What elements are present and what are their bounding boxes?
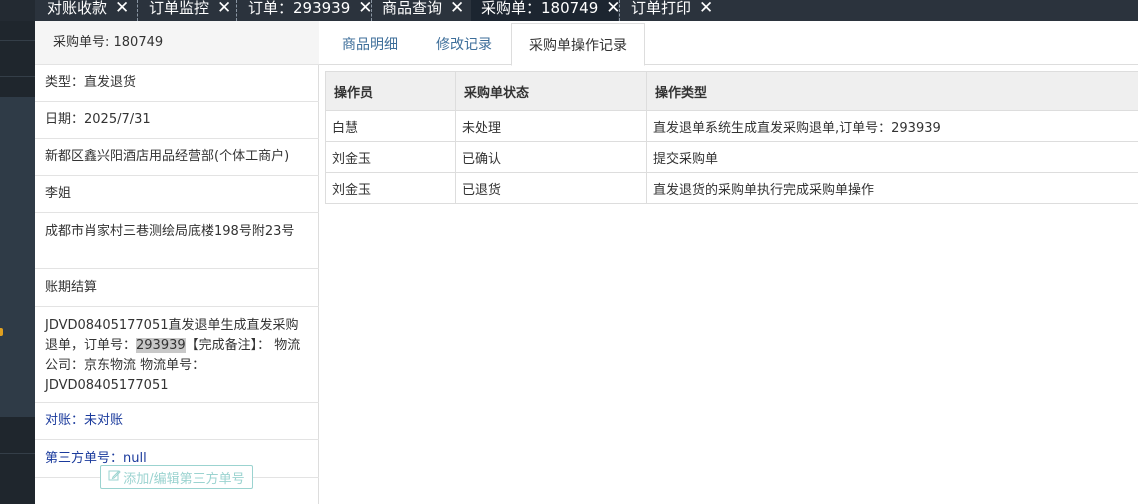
tab-divider bbox=[236, 0, 237, 21]
side-nav bbox=[0, 21, 35, 504]
table-row: 白慧 未处理 直发退单系统生成直发采购退单,订单号：293939 bbox=[325, 110, 1138, 142]
tab-purchase-order[interactable]: 采购单：180749 ✕ bbox=[471, 0, 621, 21]
operation-log-table: 操作员 采购单状态 操作类型 白慧 未处理 直发退单系统生成直发采购退单,订单号… bbox=[325, 71, 1138, 204]
cell-operation-type: 直发退单系统生成直发采购退单,订单号：293939 bbox=[646, 110, 1138, 142]
cell-operator: 刘金玉 bbox=[325, 172, 456, 204]
tab-order-print[interactable]: 订单打印 ✕ bbox=[621, 0, 723, 21]
tab-product-detail[interactable]: 商品明细 bbox=[329, 23, 411, 65]
tab-reconcile[interactable]: 对账收款 ✕ bbox=[37, 0, 139, 21]
close-icon[interactable]: ✕ bbox=[699, 0, 713, 18]
tab-label: 采购单：180749 bbox=[481, 0, 599, 17]
cell-operator: 刘金玉 bbox=[325, 141, 456, 173]
tab-label: 商品查询 bbox=[382, 0, 443, 17]
remark-text: JDVD08405177051直发退单生成直发采购退单，订单号：293939【完… bbox=[45, 318, 301, 393]
cell-operation-type: 提交采购单 bbox=[646, 141, 1138, 173]
sub-tab-bar: 商品明细 修改记录 采购单操作记录 bbox=[319, 21, 1138, 66]
tab-divider bbox=[619, 0, 620, 21]
nav-divider bbox=[0, 76, 35, 77]
tab-label: 对账收款 bbox=[47, 0, 108, 17]
table-row: 刘金玉 已确认 提交采购单 bbox=[325, 141, 1138, 173]
table-row: 刘金玉 已退货 直发退货的采购单执行完成采购单操作 bbox=[325, 172, 1138, 204]
main-content: 商品明细 修改记录 采购单操作记录 操作员 采购单状态 操作类型 白慧 未处理 … bbox=[319, 21, 1138, 504]
column-header-operator: 操作员 bbox=[325, 71, 456, 111]
tab-label: 订单：293939 bbox=[248, 0, 351, 17]
cell-operation-type: 直发退货的采购单执行完成采购单操作 bbox=[646, 172, 1138, 204]
tab-order-monitor[interactable]: 订单监控 ✕ bbox=[139, 0, 241, 21]
top-tab-bar: 对账收款 ✕ 订单监控 ✕ 订单：293939 ✕ 商品查询 ✕ 采购单：180… bbox=[0, 0, 1138, 21]
cell-status: 已确认 bbox=[455, 141, 647, 173]
nav-active-section[interactable] bbox=[0, 97, 35, 417]
close-icon[interactable]: ✕ bbox=[450, 0, 464, 18]
column-header-status: 采购单状态 bbox=[455, 71, 647, 111]
tab-label: 订单打印 bbox=[631, 0, 692, 17]
close-icon[interactable]: ✕ bbox=[115, 0, 129, 18]
close-icon[interactable]: ✕ bbox=[217, 0, 231, 18]
cell-status: 已退货 bbox=[455, 172, 647, 204]
cell-operator: 白慧 bbox=[325, 110, 456, 142]
tab-label: 订单监控 bbox=[149, 0, 210, 17]
address: 成都市肖家村三巷测绘局底楼198号附23号 bbox=[35, 213, 319, 269]
subtab-label: 商品明细 bbox=[342, 37, 398, 53]
nav-indicator bbox=[0, 328, 3, 336]
nav-divider bbox=[0, 40, 35, 41]
settlement-method: 账期结算 bbox=[35, 269, 319, 307]
supplier-name: 新都区鑫兴阳酒店用品经营部(个体工商户) bbox=[35, 139, 319, 176]
nav-divider bbox=[0, 453, 35, 454]
reconcile-status[interactable]: 对账：未对账 bbox=[35, 403, 319, 440]
tab-operation-log[interactable]: 采购单操作记录 bbox=[511, 23, 645, 66]
purchase-info-panel: 采购单号: 180749 类型：直发退货 日期：2025/7/31 新都区鑫兴阳… bbox=[35, 21, 319, 504]
tab-change-log[interactable]: 修改记录 bbox=[422, 23, 506, 65]
add-third-party-label: 添加/编辑第三方单号 bbox=[123, 471, 245, 487]
remark: JDVD08405177051直发退单生成直发采购退单，订单号：293939【完… bbox=[35, 307, 319, 403]
subtab-label: 采购单操作记录 bbox=[529, 37, 627, 54]
cell-status: 未处理 bbox=[455, 110, 647, 142]
edit-icon bbox=[108, 469, 122, 486]
tab-order[interactable]: 订单：293939 ✕ bbox=[238, 0, 383, 21]
tab-divider bbox=[137, 0, 138, 21]
table-header-row: 操作员 采购单状态 操作类型 bbox=[325, 71, 1138, 111]
column-header-operation-type: 操作类型 bbox=[646, 71, 1138, 111]
topbar-corner bbox=[0, 0, 35, 21]
add-third-party-button[interactable]: 添加/编辑第三方单号 bbox=[100, 465, 253, 489]
tab-product-search[interactable]: 商品查询 ✕ bbox=[372, 0, 474, 21]
purchase-order-number: 采购单号: 180749 bbox=[35, 21, 319, 65]
remark-order-number: 293939 bbox=[136, 338, 186, 353]
purchase-type: 类型：直发退货 bbox=[35, 65, 319, 102]
purchase-date: 日期：2025/7/31 bbox=[35, 102, 319, 139]
subtab-label: 修改记录 bbox=[436, 37, 492, 53]
contact-name: 李姐 bbox=[35, 176, 319, 213]
